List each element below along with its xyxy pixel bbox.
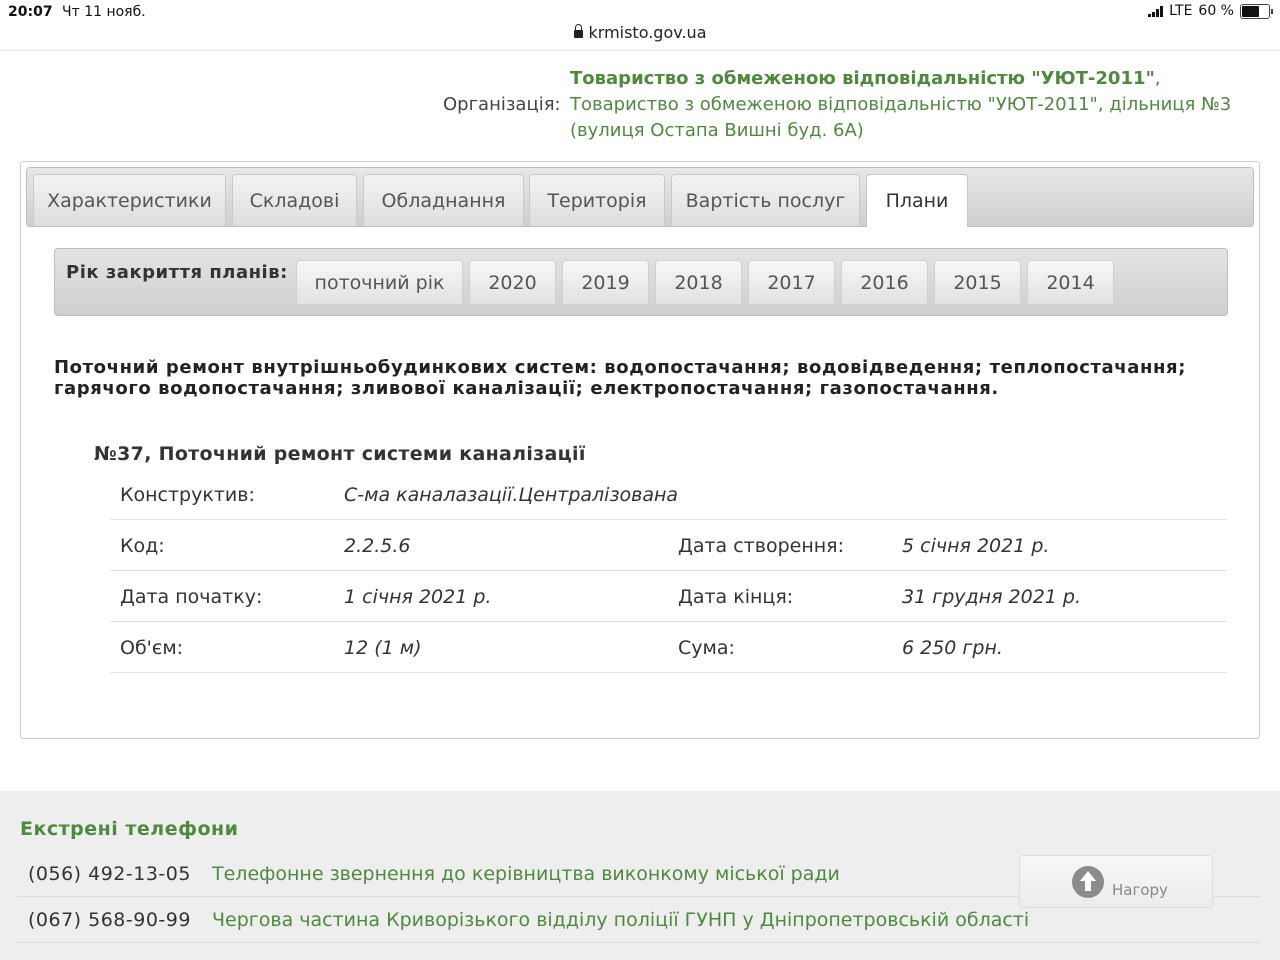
tab-equipment[interactable]: Обладнання (363, 174, 524, 226)
start-date-label: Дата початку: (120, 586, 263, 608)
phone-description-link[interactable]: Чергова частина Криворізького відділу по… (212, 909, 1029, 931)
year-button-2017[interactable]: 2017 (748, 260, 835, 304)
end-date-label: Дата кінця: (678, 586, 794, 608)
tab-service-cost[interactable]: Вартість послуг (671, 174, 860, 226)
start-date-value: 1 січня 2021 р. (344, 586, 492, 608)
year-button-2019[interactable]: 2019 (562, 260, 649, 304)
code-label: Код: (120, 535, 165, 557)
status-bar: 20:07 Чт 11 нояб. LTE 60 % krmisto.gov.u… (0, 0, 1280, 51)
status-time: 20:07 (8, 4, 53, 20)
url-text: krmisto.gov.ua (588, 23, 707, 42)
year-filter-bar: Рік закриття планів: поточний рік 2020 2… (54, 248, 1228, 316)
address-bar[interactable]: krmisto.gov.ua (0, 23, 1280, 42)
year-button-2015[interactable]: 2015 (934, 260, 1021, 304)
phone-description-link[interactable]: Телефонне звернення до керівництва викон… (212, 863, 840, 885)
back-to-top-label: Нагору (1112, 881, 1168, 899)
volume-label: Об'єм: (120, 637, 184, 659)
tab-plans[interactable]: Плани (866, 174, 968, 227)
detail-row: Конструктив: С-ма каналазації.Централізо… (110, 468, 1227, 520)
tab-components[interactable]: Складові (232, 174, 357, 226)
organization-label: Організація: (443, 94, 561, 115)
tab-characteristics[interactable]: Характеристики (33, 174, 226, 226)
sum-label: Сума: (678, 637, 735, 659)
battery-percent: 60 % (1198, 3, 1234, 19)
year-filter-label: Рік закриття планів: (66, 262, 288, 283)
phone-number: (056) 492-13-05 (28, 863, 191, 885)
plan-category-heading: Поточний ремонт внутрішньобудинкових сис… (54, 357, 1187, 399)
tab-bar: Характеристики Складові Обладнання Терит… (26, 167, 1254, 227)
battery-icon (1240, 3, 1273, 19)
construct-label: Конструктив: (120, 484, 255, 506)
year-button-2016[interactable]: 2016 (841, 260, 928, 304)
lock-icon (573, 24, 583, 38)
created-date-label: Дата створення: (678, 535, 844, 557)
created-date-value: 5 січня 2021 р. (902, 535, 1050, 557)
emergency-phones-title: Екстрені телефони (20, 818, 239, 840)
year-button-current[interactable]: поточний рік (296, 260, 463, 304)
organization-link[interactable]: Товариство з обмеженою відповідальністю … (570, 66, 1260, 144)
year-button-2014[interactable]: 2014 (1027, 260, 1114, 304)
volume-value: 12 (1 м) (344, 637, 422, 659)
signal-icon (1148, 5, 1164, 17)
detail-row: Код: 2.2.5.6 Дата створення: 5 січня 202… (110, 519, 1227, 571)
status-date: Чт 11 нояб. (62, 4, 146, 20)
year-button-2018[interactable]: 2018 (655, 260, 742, 304)
footer: Екстрені телефони (056) 492-13-05 Телефо… (0, 791, 1280, 960)
detail-row: Об'єм: 12 (1 м) Сума: 6 250 грн. (110, 621, 1227, 673)
code-value: 2.2.5.6 (344, 535, 411, 557)
back-to-top-button[interactable]: Нагору (1019, 855, 1213, 908)
construct-value: С-ма каналазації.Централізована (344, 484, 679, 506)
building-panel: Характеристики Складові Обладнання Терит… (20, 161, 1260, 739)
status-indicators: LTE 60 % (1148, 3, 1273, 19)
plan-item-title: №37, Поточний ремонт системи каналізації (94, 443, 586, 465)
sum-value: 6 250 грн. (902, 637, 1003, 659)
arrow-up-icon (1072, 866, 1104, 898)
network-type: LTE (1169, 3, 1193, 19)
organization-name[interactable]: Товариство з обмеженою відповідальністю … (570, 68, 1155, 89)
phone-number: (067) 568-90-99 (28, 909, 191, 931)
tab-territory[interactable]: Територія (529, 174, 665, 226)
year-button-2020[interactable]: 2020 (469, 260, 556, 304)
detail-row: Дата початку: 1 січня 2021 р. Дата кінця… (110, 570, 1227, 622)
end-date-value: 31 грудня 2021 р. (902, 586, 1082, 608)
